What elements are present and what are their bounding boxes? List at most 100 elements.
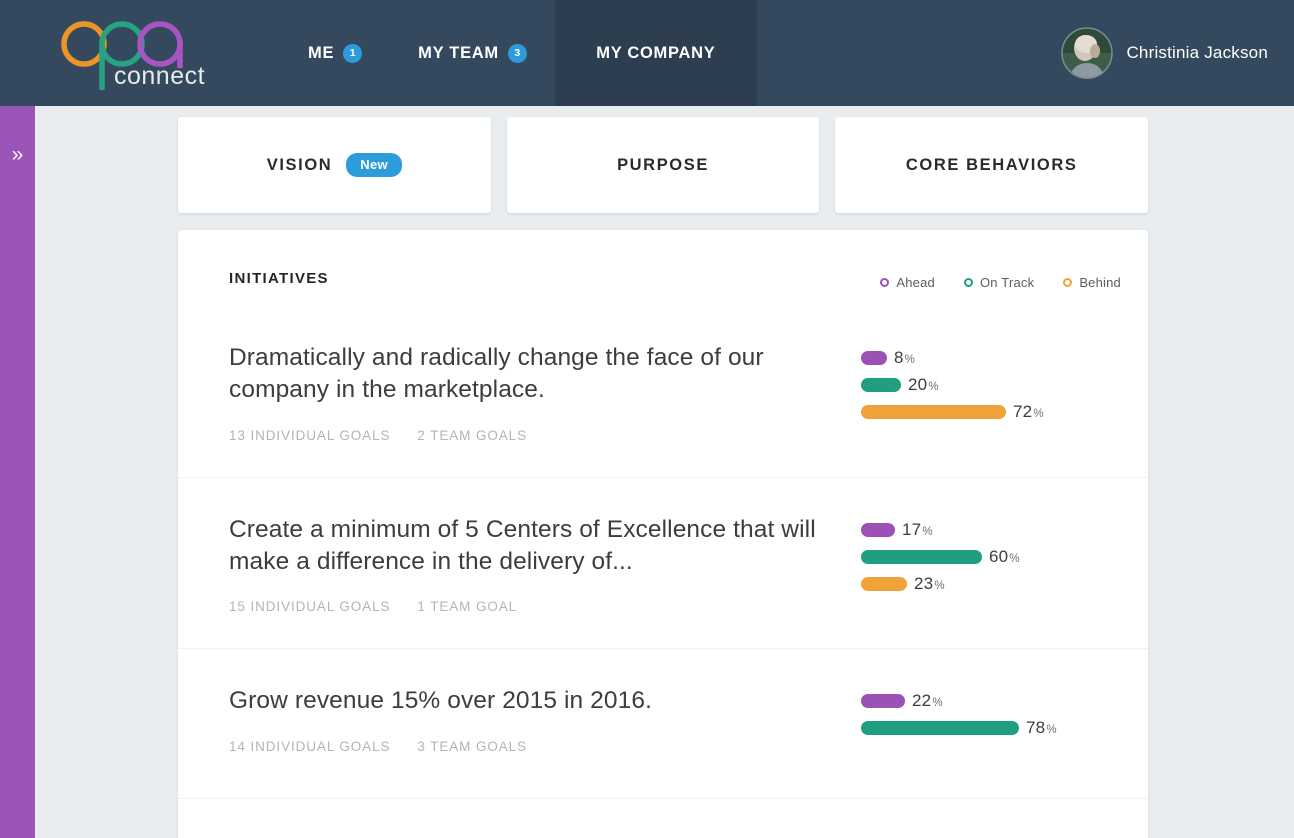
top-header-bar: connect ME 1 MY TEAM 3 MY COMPANY	[0, 0, 1294, 106]
nav-item-me-label: ME	[308, 44, 334, 63]
progress-bar-behind: 72%	[861, 402, 1097, 422]
tab-vision[interactable]: VISION New	[178, 117, 491, 213]
progress-bar-fill	[861, 694, 905, 708]
initiative-title[interactable]: Create a minimum of 5 Centers of Excelle…	[229, 514, 839, 579]
tab-vision-label: VISION	[267, 156, 333, 175]
progress-bar-fill	[861, 550, 982, 564]
initiative-details: Create a minimum of 5 Centers of Excelle…	[229, 514, 839, 615]
progress-bar-fill	[861, 577, 907, 591]
progress-bar-ahead: 17%	[861, 520, 1097, 540]
team-goals-count[interactable]: 3 TEAM GOALS	[417, 739, 527, 754]
progress-value-unit: %	[934, 580, 944, 592]
progress-value-unit: %	[1009, 553, 1019, 565]
progress-bar-fill	[861, 523, 895, 537]
team-goals-count[interactable]: 2 TEAM GOALS	[417, 428, 527, 443]
initiatives-list: Dramatically and radically change the fa…	[178, 306, 1148, 838]
user-profile-menu[interactable]: Christinia Jackson	[1061, 0, 1268, 106]
individual-goals-count[interactable]: 13 INDIVIDUAL GOALS	[229, 428, 390, 443]
progress-value-unit: %	[932, 697, 942, 709]
progress-value-unit: %	[1046, 724, 1056, 736]
progress-bar-group: 8%20%72%	[861, 348, 1097, 422]
nav-item-my-company-label: MY COMPANY	[596, 44, 715, 63]
legend-dot-behind-icon	[1063, 278, 1072, 287]
progress-bar-fill	[861, 378, 901, 392]
avatar	[1061, 27, 1113, 79]
progress-value-number: 72	[1013, 402, 1032, 421]
progress-bar-group: 22%78%	[861, 691, 1097, 738]
progress-bar-value: 22%	[912, 691, 943, 711]
user-photo-avatar-icon	[1061, 27, 1113, 79]
individual-goals-count[interactable]: 14 INDIVIDUAL GOALS	[229, 739, 390, 754]
nav-item-my-team[interactable]: MY TEAM 3	[390, 0, 555, 106]
progress-bar-behind: 23%	[861, 574, 1097, 594]
user-name-label: Christinia Jackson	[1126, 43, 1268, 63]
progress-value-number: 23	[914, 574, 933, 593]
initiative-progress: 8%20%72%	[839, 342, 1097, 422]
initiative-details: Grow revenue 15% over 2015 in 2016. 14 IN…	[229, 685, 839, 753]
status-legend: Ahead On Track Behind	[880, 275, 1121, 290]
nav-item-my-team-label: MY TEAM	[418, 44, 499, 63]
initiative-progress: 17%60%23%	[839, 514, 1097, 594]
legend-label-behind: Behind	[1079, 275, 1121, 290]
initiative-title[interactable]: Grow revenue 15% over 2015 in 2016.	[229, 685, 839, 717]
progress-bar-value: 20%	[908, 375, 939, 395]
initiative-row-inner: Dramatically and radically change the fa…	[229, 342, 1097, 443]
progress-value-number: 20	[908, 375, 927, 394]
progress-bar-value: 72%	[1013, 402, 1044, 422]
legend-item-ahead: Ahead	[880, 275, 935, 290]
progress-value-unit: %	[928, 381, 938, 393]
initiative-row[interactable]: Create a minimum of 5 Centers of Excelle…	[178, 477, 1148, 649]
nav-item-my-team-badge: 3	[508, 44, 527, 63]
main-content: VISION New PURPOSE CORE BEHAVIORS INITIA…	[35, 106, 1294, 838]
tab-core-behaviors-label: CORE BEHAVIORS	[906, 156, 1078, 175]
nav-item-my-company[interactable]: MY COMPANY	[555, 0, 757, 106]
progress-value-number: 8	[894, 348, 904, 367]
section-tabs: VISION New PURPOSE CORE BEHAVIORS	[178, 117, 1148, 213]
tab-core-behaviors[interactable]: CORE BEHAVIORS	[835, 117, 1148, 213]
page-title: INITIATIVES	[229, 270, 329, 287]
progress-bar-value: 23%	[914, 574, 945, 594]
progress-value-number: 22	[912, 691, 931, 710]
legend-label-on-track: On Track	[980, 275, 1034, 290]
initiative-row[interactable]: Produce a pre-tax profit of 12% in 2016.…	[178, 798, 1148, 838]
progress-value-number: 60	[989, 547, 1008, 566]
legend-item-on-track: On Track	[964, 275, 1034, 290]
initiative-row[interactable]: Grow revenue 15% over 2015 in 2016. 14 IN…	[178, 648, 1148, 798]
progress-bar-value: 8%	[894, 348, 915, 368]
progress-bar-on-track: 78%	[861, 718, 1097, 738]
legend-dot-on-track-icon	[964, 278, 973, 287]
initiatives-panel: INITIATIVES Ahead On Track Behind Dramat…	[178, 230, 1148, 838]
individual-goals-count[interactable]: 15 INDIVIDUAL GOALS	[229, 599, 390, 614]
initiative-goal-counts: 13 INDIVIDUAL GOALS 2 TEAM GOALS	[229, 428, 839, 443]
progress-bar-fill	[861, 721, 1019, 735]
progress-value-unit: %	[905, 354, 915, 366]
initiative-row-inner: Grow revenue 15% over 2015 in 2016. 14 IN…	[229, 685, 1097, 753]
initiative-goal-counts: 15 INDIVIDUAL GOALS 1 TEAM GOAL	[229, 599, 839, 614]
legend-dot-ahead-icon	[880, 278, 889, 287]
logo-icon: connect	[56, 16, 206, 92]
legend-label-ahead: Ahead	[896, 275, 935, 290]
tab-purpose-label: PURPOSE	[617, 156, 709, 175]
progress-value-number: 78	[1026, 718, 1045, 737]
initiative-details: Dramatically and radically change the fa…	[229, 342, 839, 443]
initiatives-panel-header: INITIATIVES Ahead On Track Behind	[178, 230, 1148, 306]
nav-item-me[interactable]: ME 1	[280, 0, 390, 106]
progress-bar-ahead: 8%	[861, 348, 1097, 368]
progress-bar-fill	[861, 405, 1006, 419]
tab-purpose[interactable]: PURPOSE	[507, 117, 820, 213]
double-chevron-right-icon[interactable]: »	[0, 144, 35, 165]
progress-bar-fill	[861, 351, 887, 365]
opa-connect-logo[interactable]: connect	[56, 16, 206, 92]
progress-bar-value: 60%	[989, 547, 1020, 567]
svg-text:connect: connect	[114, 62, 205, 90]
initiative-progress: 22%78%	[839, 685, 1097, 738]
progress-bar-on-track: 60%	[861, 547, 1097, 567]
team-goals-count[interactable]: 1 TEAM GOAL	[417, 599, 517, 614]
initiative-title[interactable]: Dramatically and radically change the fa…	[229, 342, 839, 407]
progress-bar-on-track: 20%	[861, 375, 1097, 395]
progress-value-unit: %	[922, 526, 932, 538]
initiative-row[interactable]: Dramatically and radically change the fa…	[178, 306, 1148, 477]
legend-item-behind: Behind	[1063, 275, 1121, 290]
progress-value-number: 17	[902, 520, 921, 539]
initiative-goal-counts: 14 INDIVIDUAL GOALS 3 TEAM GOALS	[229, 739, 839, 754]
